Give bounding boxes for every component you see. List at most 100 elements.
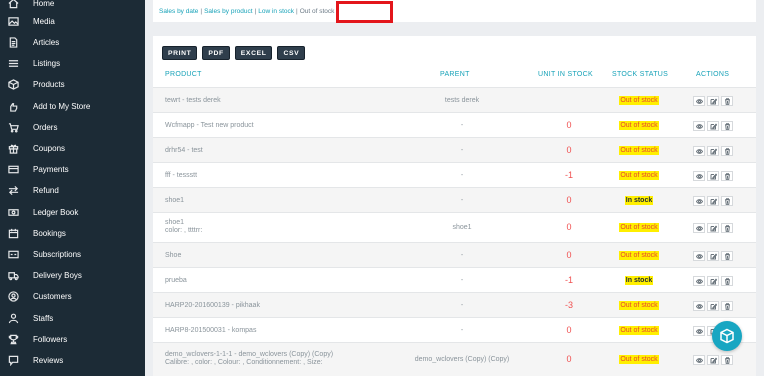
unit-value: 0 (566, 325, 572, 335)
trash-button[interactable] (721, 276, 733, 286)
sidebar-item-media[interactable]: Media (0, 11, 145, 32)
header-stock-status[interactable]: STOCK STATUS (612, 71, 668, 78)
eye-button[interactable] (693, 196, 705, 206)
header-product[interactable]: PRODUCT (165, 71, 202, 78)
product-name[interactable]: HARP8-201500031 - kompas (165, 327, 256, 334)
product-name[interactable]: tewrt - tests derek (165, 97, 221, 104)
eye-icon (695, 198, 703, 204)
unit-value: 0 (566, 195, 572, 205)
edit-button[interactable] (707, 276, 719, 286)
product-attributes: color: , ttttrr: (165, 227, 203, 234)
trash-button[interactable] (721, 355, 733, 365)
sidebar-item-label: Media (33, 17, 55, 26)
eye-button[interactable] (693, 301, 705, 311)
sales-by-product-link[interactable]: Sales by product (204, 8, 252, 15)
eye-button[interactable] (693, 146, 705, 156)
product-name[interactable]: HARP20-201600139 - pikhaak (165, 302, 260, 309)
sidebar-item-listings[interactable]: Listings (0, 53, 145, 74)
edit-button[interactable] (707, 96, 719, 106)
breadcrumb: Sales by date | Sales by product | Low i… (153, 0, 756, 22)
edit-button[interactable] (707, 223, 719, 233)
low-in-stock-link[interactable]: Low in stock (258, 8, 294, 15)
sidebar-item-delivery-boys[interactable]: Delivery Boys (0, 265, 145, 286)
product-title: shoe1 (165, 197, 185, 204)
trash-button[interactable] (721, 223, 733, 233)
sidebar-item-payments[interactable]: Payments (0, 159, 145, 180)
status-badge: Out of stock (619, 301, 659, 310)
eye-button[interactable] (693, 355, 705, 365)
csv-button[interactable]: CSV (277, 46, 306, 60)
trash-button[interactable] (721, 121, 733, 131)
trash-button[interactable] (721, 96, 733, 106)
table-row: Wcfmapp - Test new product - 0 Out of stock (153, 112, 756, 137)
floating-help-button[interactable] (712, 321, 742, 351)
edit-button[interactable] (707, 121, 719, 131)
product-title: tewrt - tests derek (165, 97, 221, 104)
eye-button[interactable] (693, 121, 705, 131)
eye-button[interactable] (693, 223, 705, 233)
product-name[interactable]: demo_wclovers-1-1-1 - demo_wclovers (Cop… (165, 351, 333, 366)
table-row: fff - tessstt - -1 Out of stock (153, 162, 756, 187)
product-name[interactable]: Shoe (165, 252, 181, 259)
sidebar-item-label: Payments (33, 165, 69, 174)
sidebar-item-refund[interactable]: Refund (0, 180, 145, 201)
sidebar-item-label: Delivery Boys (33, 271, 82, 280)
sidebar-item-articles[interactable]: Articles (0, 32, 145, 53)
eye-button[interactable] (693, 251, 705, 261)
sidebar-item-label: Reviews (33, 356, 64, 365)
trash-button[interactable] (721, 171, 733, 181)
print-button[interactable]: PRINT (162, 46, 198, 60)
cart-icon (7, 122, 19, 134)
sidebar-item-reviews[interactable]: Reviews (0, 350, 145, 371)
eye-button[interactable] (693, 276, 705, 286)
edit-button[interactable] (707, 355, 719, 365)
eye-icon (695, 173, 703, 179)
trash-button[interactable] (721, 146, 733, 156)
breadcrumb-separator: | (254, 7, 257, 15)
sidebar-item-orders[interactable]: Orders (0, 117, 145, 138)
trash-button[interactable] (721, 196, 733, 206)
status-badge: In stock (624, 276, 654, 285)
sidebar-item-bookings[interactable]: Bookings (0, 223, 145, 244)
product-name[interactable]: drhr54 - test (165, 147, 203, 154)
edit-button[interactable] (707, 251, 719, 261)
sidebar-item-followers[interactable]: Followers (0, 329, 145, 350)
unit-value: -3 (565, 300, 574, 310)
row-actions (693, 196, 733, 206)
product-name[interactable]: prueba (165, 277, 187, 284)
sales-by-date-link[interactable]: Sales by date (159, 8, 198, 15)
product-name[interactable]: Wcfmapp - Test new product (165, 122, 254, 129)
edit-button[interactable] (707, 171, 719, 181)
status-badge: Out of stock (619, 355, 659, 364)
sidebar-item-label: Coupons (33, 144, 66, 153)
eye-icon (695, 148, 703, 154)
eye-button[interactable] (693, 171, 705, 181)
trash-button[interactable] (721, 301, 733, 311)
product-name[interactable]: fff - tessstt (165, 172, 197, 179)
excel-button[interactable]: EXCEL (234, 46, 273, 60)
row-actions (693, 171, 733, 181)
truck-icon (7, 270, 19, 282)
product-name[interactable]: shoe1 (165, 197, 184, 204)
header-parent[interactable]: PARENT (440, 71, 470, 78)
pdf-button[interactable]: PDF (202, 46, 230, 60)
sidebar-item-staffs[interactable]: Staffs (0, 308, 145, 329)
edit-button[interactable] (707, 301, 719, 311)
sidebar-item-products[interactable]: Products (0, 74, 145, 95)
eye-button[interactable] (693, 326, 705, 336)
highlight-annotation-box (336, 1, 393, 23)
product-name[interactable]: shoe1 color: , ttttrr: (165, 219, 202, 234)
product-attributes: Calibre: , color: , Colour: , Conditionn… (165, 359, 323, 366)
sidebar-item-add-to-my-store[interactable]: Add to My Store (0, 96, 145, 117)
header-unit-in-stock[interactable]: UNIT IN STOCK (538, 71, 593, 78)
sidebar-item-subscriptions[interactable]: Subscriptions (0, 244, 145, 265)
edit-button[interactable] (707, 146, 719, 156)
edit-button[interactable] (707, 196, 719, 206)
edit-icon (710, 356, 717, 363)
sidebar-item-coupons[interactable]: Coupons (0, 138, 145, 159)
trash-button[interactable] (721, 251, 733, 261)
sidebar-item-customers[interactable]: Customers (0, 286, 145, 307)
eye-button[interactable] (693, 96, 705, 106)
calendar-icon (7, 228, 19, 240)
sidebar-item-ledger-book[interactable]: Ledger Book (0, 202, 145, 223)
